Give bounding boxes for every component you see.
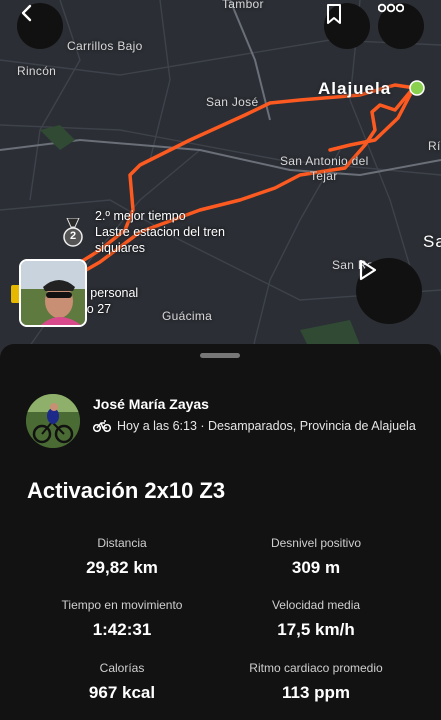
back-arrow-icon bbox=[21, 4, 32, 22]
more-options-button[interactable] bbox=[378, 3, 424, 49]
back-button[interactable] bbox=[17, 3, 63, 49]
map-place: Tambor bbox=[222, 0, 264, 11]
segment-rank: 2.º mejor tiempo bbox=[95, 209, 186, 223]
stat-value: 967 kcal bbox=[88, 683, 156, 702]
stat-label: Calorías bbox=[99, 661, 145, 675]
medal-number: 2 bbox=[69, 230, 77, 242]
map-place: San Antonio del bbox=[280, 154, 369, 168]
activity-title: Activación 2x10 Z3 bbox=[27, 478, 226, 503]
map-place: San José bbox=[206, 95, 259, 109]
pr-label-line: l personal bbox=[84, 286, 139, 300]
map-place: Tejar bbox=[310, 169, 338, 183]
bookmark-button[interactable] bbox=[324, 3, 370, 49]
stat-label: Velocidad media bbox=[271, 598, 361, 612]
bike-icon bbox=[93, 420, 111, 432]
pr-label: l personal lo 27 bbox=[84, 285, 138, 317]
activity-sheet: José María Zayas Hoy a las 6:13 · Desamp… bbox=[0, 344, 441, 720]
route-map[interactable]: Tambor Carrillos Bajo Rincón San José Al… bbox=[0, 0, 441, 360]
stat-value: 1:42:31 bbox=[92, 620, 152, 639]
play-icon bbox=[359, 259, 377, 281]
stat-value: 113 ppm bbox=[281, 683, 351, 702]
stat-label: Distancia bbox=[97, 536, 147, 550]
segment-name: Lastre estacion del tren bbox=[95, 225, 225, 239]
segment-label[interactable]: 2.º mejor tiempo Lastre estacion del tre… bbox=[95, 208, 225, 256]
stat-label: Tiempo en movimiento bbox=[61, 598, 183, 612]
stat-label: Desnivel positivo bbox=[270, 536, 362, 550]
avatar[interactable] bbox=[26, 394, 80, 448]
stat-moving-time: Tiempo en movimiento 1:42:31 bbox=[22, 598, 222, 640]
map-place: Rincón bbox=[17, 64, 57, 78]
stat-elevation: Desnivel positivo 309 m bbox=[216, 536, 416, 578]
medal-icon: 2 bbox=[60, 218, 86, 248]
stat-calories: Calorías 967 kcal bbox=[22, 661, 222, 703]
play-flyby-button[interactable] bbox=[356, 258, 422, 324]
stat-avg-heart-rate: Ritmo cardiaco promedio 113 ppm bbox=[216, 661, 416, 703]
map-place: Rí bbox=[428, 139, 441, 153]
segment-name-2: siquiares bbox=[95, 241, 146, 255]
map-place: Carrillos Bajo bbox=[67, 39, 143, 53]
start-dot bbox=[409, 80, 425, 96]
map-place: Sa bbox=[423, 232, 441, 251]
activity-photo[interactable] bbox=[19, 259, 87, 327]
athlete-name[interactable]: José María Zayas bbox=[93, 396, 209, 412]
stat-value: 29,82 km bbox=[86, 558, 158, 577]
more-icon bbox=[378, 3, 404, 13]
stat-value: 309 m bbox=[291, 558, 341, 577]
stat-distance: Distancia 29,82 km bbox=[22, 536, 222, 578]
activity-meta-text: Hoy a las 6:13 · Desamparados, Provincia… bbox=[117, 419, 416, 433]
stat-avg-speed: Velocidad media 17,5 km/h bbox=[216, 598, 416, 640]
stat-label: Ritmo cardiaco promedio bbox=[249, 661, 383, 675]
pr-label-line: lo 27 bbox=[84, 302, 112, 316]
stat-value: 17,5 km/h bbox=[277, 620, 355, 639]
activity-meta: Hoy a las 6:13 · Desamparados, Provincia… bbox=[93, 419, 416, 433]
map-place-alajuela: Alajuela bbox=[318, 79, 392, 98]
sheet-drag-handle[interactable] bbox=[200, 353, 240, 358]
bookmark-icon bbox=[327, 4, 341, 24]
map-place: Guácima bbox=[162, 309, 213, 323]
